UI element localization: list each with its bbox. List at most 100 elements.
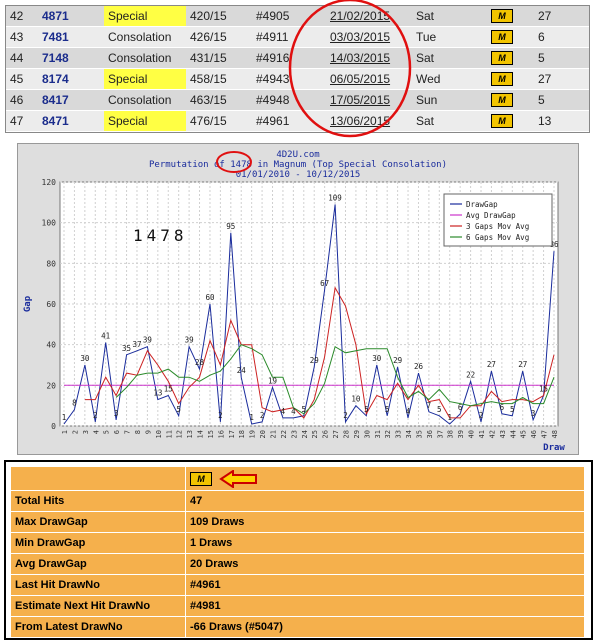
chart-site: 4D2U.com xyxy=(276,150,319,160)
row-count: 5 xyxy=(534,89,589,111)
x-tick-label: 34 xyxy=(405,430,413,438)
x-axis-label: Draw xyxy=(543,443,565,453)
x-tick-label: 17 xyxy=(228,430,236,438)
x-tick-label: 1 xyxy=(61,430,69,434)
x-tick-label: 3 xyxy=(82,430,90,434)
row-day: Sat xyxy=(412,47,470,69)
row-number[interactable]: 8174 xyxy=(38,68,104,90)
row-date-link[interactable]: 13/06/2015 xyxy=(326,110,412,132)
row-date-link[interactable]: 03/03/2015 xyxy=(326,26,412,48)
row-date-link[interactable]: 17/05/2015 xyxy=(326,89,412,111)
data-label: 109 xyxy=(328,193,342,202)
row-index: 42 xyxy=(6,6,38,27)
row-count: 13 xyxy=(534,110,589,132)
x-tick-label: 18 xyxy=(238,430,246,438)
magnum-logo-icon: M xyxy=(491,30,513,45)
data-label: 4 xyxy=(406,407,411,416)
legend-entry: DrawGap xyxy=(466,200,498,209)
row-day: Sat xyxy=(412,6,470,27)
data-label: 19 xyxy=(268,376,277,385)
row-ratio: 458/15 xyxy=(186,68,252,90)
data-label: 5 xyxy=(510,405,515,414)
gap-chart-svg: 4D2U.com Permutation of 1478 in Magnum (… xyxy=(23,150,565,453)
data-label: 13 xyxy=(153,389,162,398)
x-tick-label: 9 xyxy=(144,430,152,434)
data-label: 7 xyxy=(427,401,432,410)
data-label: 3 xyxy=(531,409,536,418)
row-date-link[interactable]: 06/05/2015 xyxy=(326,68,412,90)
row-number[interactable]: 7148 xyxy=(38,47,104,69)
big-number-label: 1478 xyxy=(133,226,188,245)
x-tick-label: 22 xyxy=(280,430,288,438)
x-tick-label: 39 xyxy=(457,430,465,438)
data-label: 1 xyxy=(447,413,452,422)
x-tick-label: 2 xyxy=(71,430,79,434)
data-label: 5 xyxy=(302,405,307,414)
stats-inner: M Total Hits 47 Max DrawGap 109 Draws Min Dr… xyxy=(10,466,585,638)
data-label: 30 xyxy=(372,354,382,363)
data-label: 24 xyxy=(237,366,247,375)
data-label: 29 xyxy=(393,356,402,365)
table-row: 43 7481 Consolation 426/15 #4911 03/03/2015 Tu… xyxy=(6,26,589,48)
x-tick-label: 23 xyxy=(290,430,298,438)
stats-label: Total Hits xyxy=(10,490,186,512)
plot-area: 0204060801001201 2 3 4 5 6 7 8 9 10 11 12 13 14 15 16 17… xyxy=(23,178,565,453)
x-tick-label: 21 xyxy=(270,430,278,438)
data-label: 2 xyxy=(479,411,484,420)
stats-row: Avg DrawGap 20 Draws xyxy=(10,553,585,575)
data-label: 1 xyxy=(249,413,254,422)
data-label: 39 xyxy=(185,336,194,345)
x-tick-label: 32 xyxy=(384,430,392,438)
x-tick-label: 11 xyxy=(165,430,173,438)
stats-header-logo-cell: M xyxy=(185,466,585,491)
x-tick-label: 31 xyxy=(374,430,382,438)
data-label: 5 xyxy=(385,405,390,414)
stats-label: Avg DrawGap xyxy=(10,553,186,575)
x-tick-label: 26 xyxy=(322,430,330,438)
row-prize: Consolation xyxy=(104,47,186,69)
data-label: 60 xyxy=(205,293,215,302)
data-label: 95 xyxy=(226,222,235,231)
row-count: 5 xyxy=(534,47,589,69)
row-day: Sat xyxy=(412,110,470,132)
row-number[interactable]: 8471 xyxy=(38,110,104,132)
magnum-logo-icon: M xyxy=(491,51,513,66)
row-index: 45 xyxy=(6,68,38,90)
data-label: 28 xyxy=(195,358,205,367)
row-logo: M xyxy=(470,89,534,111)
y-tick-label: 80 xyxy=(46,259,56,268)
hits-table-body: 42 4871 Special 420/15 #4905 21/02/2015 Sat M 27… xyxy=(6,6,589,132)
x-tick-label: 42 xyxy=(488,430,496,438)
stats-row: Total Hits 47 xyxy=(10,490,585,512)
row-date-link[interactable]: 14/03/2015 xyxy=(326,47,412,69)
x-tick-label: 27 xyxy=(332,430,340,438)
row-date-link[interactable]: 21/02/2015 xyxy=(326,6,412,27)
row-number[interactable]: 8417 xyxy=(38,89,104,111)
stats-label: Min DrawGap xyxy=(10,532,186,554)
data-label: 22 xyxy=(466,370,475,379)
data-label: 2 xyxy=(260,411,265,420)
stats-label: Max DrawGap xyxy=(10,511,186,533)
magnum-logo-icon: M xyxy=(491,9,513,24)
data-label: 27 xyxy=(518,360,527,369)
x-tick-label: 33 xyxy=(395,430,403,438)
magnum-logo-icon: M xyxy=(190,471,212,486)
x-tick-label: 29 xyxy=(353,430,361,438)
data-label: 5 xyxy=(364,405,369,414)
stats-value: #4981 xyxy=(185,595,585,617)
stats-value: 109 Draws xyxy=(185,511,585,533)
row-prize: Special xyxy=(104,6,186,27)
row-day: Sun xyxy=(412,89,470,111)
stats-value: 1 Draws xyxy=(185,532,585,554)
stats-row: Min DrawGap 1 Draws xyxy=(10,532,585,554)
data-label: 27 xyxy=(487,360,496,369)
data-label: 6 xyxy=(458,403,463,412)
x-tick-label: 35 xyxy=(415,430,423,438)
row-number[interactable]: 7481 xyxy=(38,26,104,48)
row-index: 43 xyxy=(6,26,38,48)
data-label: 5 xyxy=(176,405,181,414)
y-tick-label: 20 xyxy=(46,381,56,390)
row-draw-no: #4916 xyxy=(252,47,326,69)
x-tick-label: 19 xyxy=(249,430,257,438)
row-number[interactable]: 4871 xyxy=(38,6,104,27)
